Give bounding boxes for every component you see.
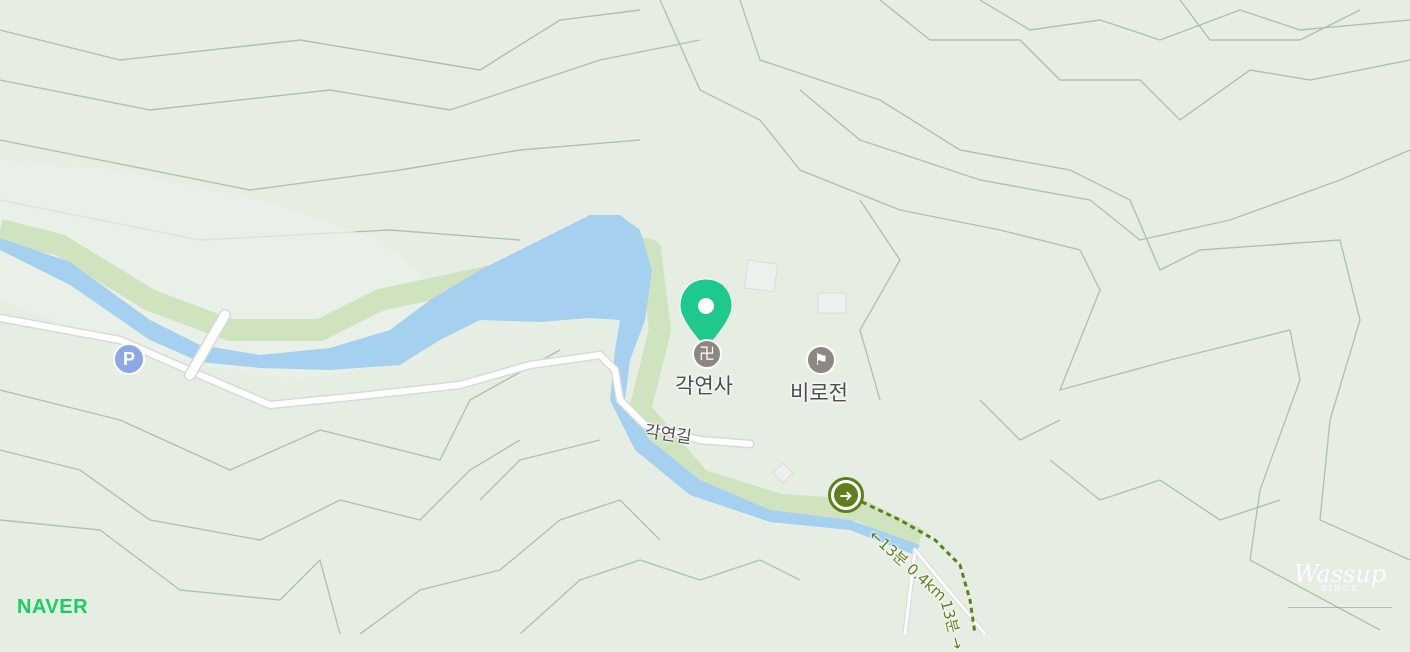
map-canvas[interactable]: [0, 0, 1410, 634]
parking-label: P: [122, 348, 135, 369]
parking-icon[interactable]: P: [113, 343, 145, 375]
location-pin-icon[interactable]: [679, 278, 733, 349]
temple-icon[interactable]: 卍: [692, 339, 722, 369]
temple-glyph: 卍: [698, 344, 715, 363]
arrow-right-icon[interactable]: ➜: [828, 477, 864, 513]
flag-icon[interactable]: ⚑: [806, 345, 836, 375]
hall-label[interactable]: 비로전: [790, 377, 848, 407]
roads: [0, 309, 988, 634]
flag-glyph: ⚑: [813, 350, 829, 369]
naver-logo: NAVER: [17, 596, 89, 618]
temple-label[interactable]: 각연사: [675, 370, 733, 400]
buildings: [743, 259, 847, 484]
watermark: Wassup SINCE: [1288, 560, 1392, 608]
trail-start-glyph: ➜: [834, 483, 858, 507]
